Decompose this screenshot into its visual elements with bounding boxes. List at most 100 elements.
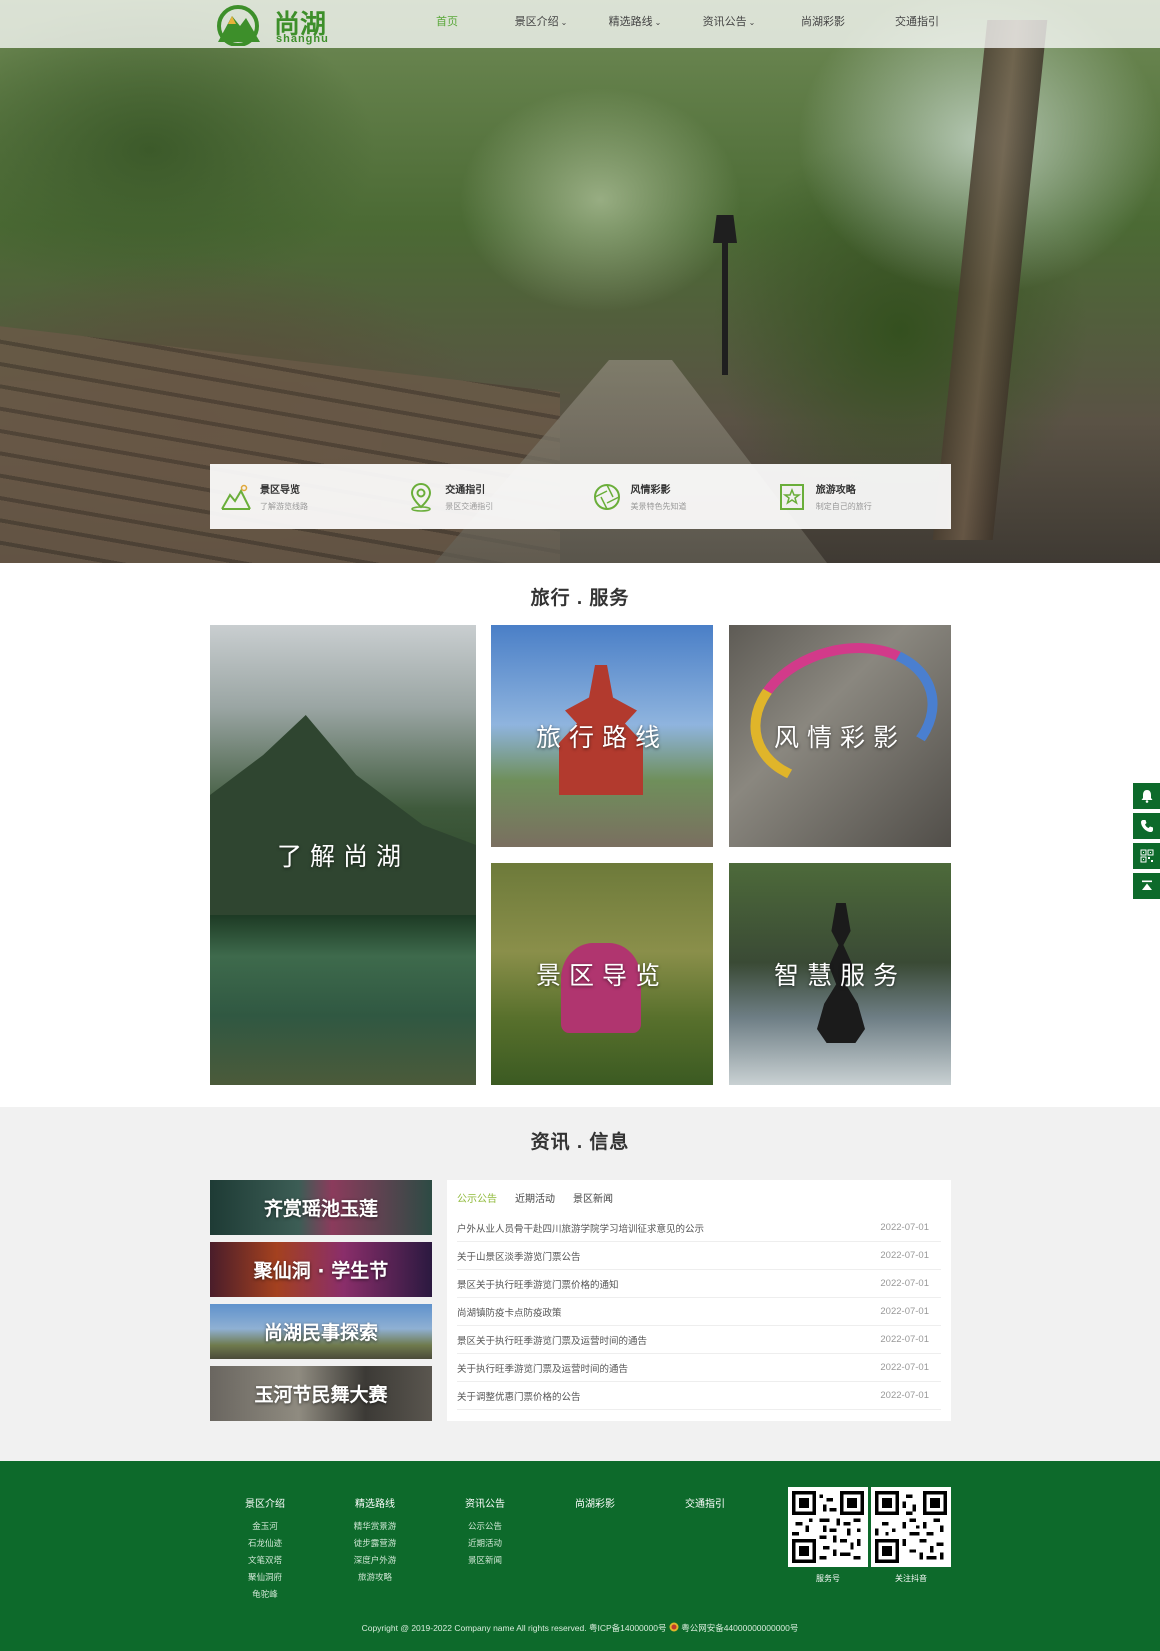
news-banner[interactable]: 齐赏瑶池玉莲 [210,1180,432,1235]
news-row-date: 2022-07-01 [880,1250,929,1261]
quick-link-title: 交通指引 [445,485,486,496]
tile-label: 风情彩影 [773,723,906,752]
news-row-title: 景区关于执行旺季游览门票及运营时间的通告 [457,1335,648,1347]
police-record-text[interactable]: 粤公网安备44000000000000号 [681,1623,798,1633]
qr-service-account: 服务号 [788,1487,868,1584]
news-banner[interactable]: 玉河节民舞大赛 [210,1366,432,1421]
quick-link-sub: 景区交通指引 [445,502,494,511]
footer-link[interactable]: 石龙仙迹 [225,1535,305,1552]
tile-gallery[interactable]: 风情彩影 [729,625,951,847]
tile-guide[interactable]: 景区导览 [491,863,713,1085]
footer-col-heading[interactable]: 资讯公告 [445,1495,525,1510]
nav-item-scenic-intro[interactable]: 景区介绍 ⌄ [494,0,588,48]
tile-label: 景区导览 [535,961,668,990]
logo[interactable]: 尚湖 shanghu [212,2,342,46]
footer-col-heading[interactable]: 精选路线 [335,1495,415,1510]
footer: 景区介绍 金玉河 石龙仙迹 文笔双塔 聚仙洞府 龟驼峰 精选路线 精华赏景游 徒… [0,1461,1160,1651]
footer-link[interactable]: 深度户外游 [335,1552,415,1569]
footer-col-heading[interactable]: 景区介绍 [225,1495,305,1510]
nav-label: 景区介绍 [514,16,559,28]
copyright-text: Copyright @ 2019-2022 Company name All r… [361,1623,669,1633]
news-row-date: 2022-07-01 [880,1278,929,1289]
news-tabs: 公示公告 近期活动 景区新闻 [457,1190,631,1205]
news-row[interactable]: 景区关于执行旺季游览门票价格的通知 2022-07-01 [457,1270,941,1298]
news-row-date: 2022-07-01 [880,1390,929,1401]
footer-col-heading[interactable]: 交通指引 [665,1495,745,1510]
quick-link-sub: 美景特色先知道 [630,502,687,511]
news-banner[interactable]: 尚湖民事探索 [210,1304,432,1359]
tab-announcements[interactable]: 公示公告 [457,1190,497,1205]
nav-item-gallery[interactable]: 尚湖彩影 [776,0,870,48]
quick-link-title: 景区导览 [260,485,300,496]
chevron-down-icon: ⌄ [654,18,662,27]
news-row[interactable]: 户外从业人员骨干赴四川旅游学院学习培训征求意见的公示 2022-07-01 [457,1214,941,1242]
footer-col-routes: 精选路线 精华赏景游 徒步露营游 深度户外游 旅游攻略 [335,1495,415,1586]
tile-ribbon-shape [734,625,951,808]
nav-label: 交通指引 [895,16,939,28]
top-nav: 尚湖 shanghu 首页 景区介绍 ⌄ 精选路线 ⌄ 资讯公告 ⌄ 尚湖彩影 交通指… [0,0,1160,48]
tile-label: 旅行路线 [535,723,668,752]
tile-mountain-shape [210,715,476,915]
mountain-icon [221,484,251,510]
tile-about[interactable]: 了解尚湖 [210,625,476,1085]
main-menu: 首页 景区介绍 ⌄ 精选路线 ⌄ 资讯公告 ⌄ 尚湖彩影 交通指引 [400,0,964,48]
police-badge-icon [669,1622,679,1632]
phone-icon[interactable] [1133,813,1160,839]
news-row-date: 2022-07-01 [880,1362,929,1373]
side-toolbar [1133,783,1160,903]
footer-link[interactable]: 徒步露营游 [335,1535,415,1552]
nav-item-home[interactable]: 首页 [400,0,494,48]
news-banner[interactable]: 聚仙洞 · 学生节 [210,1242,432,1297]
footer-link[interactable]: 景区新闻 [445,1552,525,1569]
news-row[interactable]: 景区关于执行旺季游览门票及运营时间的通告 2022-07-01 [457,1326,941,1354]
hero-tree-trunk [932,20,1048,540]
services-title: 旅行 . 服务 [530,588,630,609]
tile-label: 了解尚湖 [276,842,409,871]
quick-link-strategy[interactable]: 旅游攻略 制定自己的旅行 [766,464,951,529]
quick-link-guide[interactable]: 景区导览了解游览线路 [210,464,395,529]
qr-caption: 关注抖音 [895,1574,927,1583]
qrcode-icon [788,1487,868,1567]
news-row[interactable]: 关于执行旺季游览门票及运营时间的通告 2022-07-01 [457,1354,941,1382]
footer-link[interactable]: 旅游攻略 [335,1569,415,1586]
logo-name-en: shanghu [276,33,329,45]
tile-smart-service[interactable]: 智慧服务 [729,863,951,1085]
quick-link-gallery[interactable]: 风情彩影美景特色先知道 [581,464,766,529]
location-pin-icon [411,482,432,512]
news-row-title: 关于调整优惠门票价格的公告 [457,1391,581,1403]
tab-scenic-news[interactable]: 景区新闻 [573,1190,613,1205]
qrcode-icon[interactable] [1133,843,1160,869]
chevron-down-icon: ⌄ [560,18,568,27]
logo-mountain-icon [217,5,260,46]
bell-icon[interactable] [1133,783,1160,809]
footer-link[interactable]: 龟驼峰 [225,1586,305,1603]
nav-item-traffic[interactable]: 交通指引 [870,0,964,48]
quick-link-sub: 制定自己的旅行 [815,502,872,511]
footer-col-gallery: 尚湖彩影 [555,1495,635,1518]
nav-item-news[interactable]: 资讯公告 ⌄ [682,0,776,48]
footer-link[interactable]: 近期活动 [445,1535,525,1552]
news-title: 资讯 . 信息 [530,1132,630,1153]
footer-link[interactable]: 公示公告 [445,1518,525,1535]
nav-label: 资讯公告 [702,16,747,28]
footer-link[interactable]: 文笔双塔 [225,1552,305,1569]
nav-item-routes[interactable]: 精选路线 ⌄ [588,0,682,48]
quick-link-traffic[interactable]: 交通指引景区交通指引 [395,464,580,529]
tab-activities[interactable]: 近期活动 [515,1190,555,1205]
copyright-bar: Copyright @ 2019-2022 Company name All r… [0,1622,1160,1634]
news-row-date: 2022-07-01 [880,1334,929,1345]
tile-routes[interactable]: 旅行路线 [491,625,713,847]
footer-link[interactable]: 金玉河 [225,1518,305,1535]
quick-link-title: 风情彩影 [630,485,671,496]
news-row[interactable]: 尚湖镇防疫卡点防疫政策 2022-07-01 [457,1298,941,1326]
news-row[interactable]: 关于山景区淡季游览门票公告 2022-07-01 [457,1242,941,1270]
news-rows: 户外从业人员骨干赴四川旅游学院学习培训征求意见的公示 2022-07-01 关于山… [457,1214,941,1410]
footer-link[interactable]: 聚仙洞府 [225,1569,305,1586]
footer-link[interactable]: 精华赏景游 [335,1518,415,1535]
news-row-title: 关于执行旺季游览门票及运营时间的通告 [457,1363,629,1375]
aperture-icon [593,483,620,510]
quick-link-sub: 了解游览线路 [260,502,308,511]
back-to-top-icon[interactable] [1133,873,1160,899]
news-row[interactable]: 关于调整优惠门票价格的公告 2022-07-01 [457,1382,941,1410]
footer-col-heading[interactable]: 尚湖彩影 [555,1495,635,1510]
